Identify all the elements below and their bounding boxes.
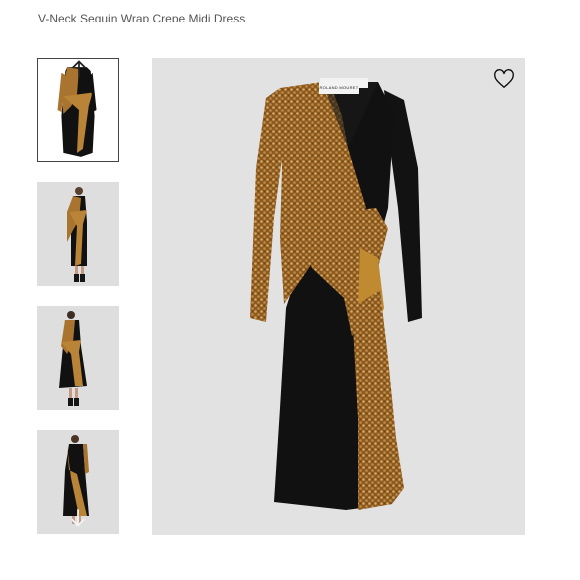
arrow-up-icon [72, 60, 86, 78]
product-title: V-Neck Sequin Wrap Crepe Midi Dress [38, 12, 246, 22]
thumbnail-2[interactable] [37, 182, 119, 286]
main-product-image[interactable]: ROLAND MOURET [152, 58, 525, 535]
arrow-down-icon [71, 509, 85, 527]
heart-outline-icon [494, 69, 514, 88]
thumbnail-3-image [37, 306, 119, 410]
dress-illustration [250, 78, 422, 510]
thumbnail-3[interactable] [37, 306, 119, 410]
brand-label: ROLAND MOURET [319, 82, 359, 94]
scroll-up-button[interactable] [38, 59, 118, 79]
thumbnail-1[interactable] [37, 58, 119, 162]
thumbnail-2-image [37, 182, 119, 286]
thumbnail-4[interactable] [37, 430, 119, 534]
wishlist-button[interactable] [493, 68, 515, 90]
scroll-down-button[interactable] [37, 508, 119, 528]
